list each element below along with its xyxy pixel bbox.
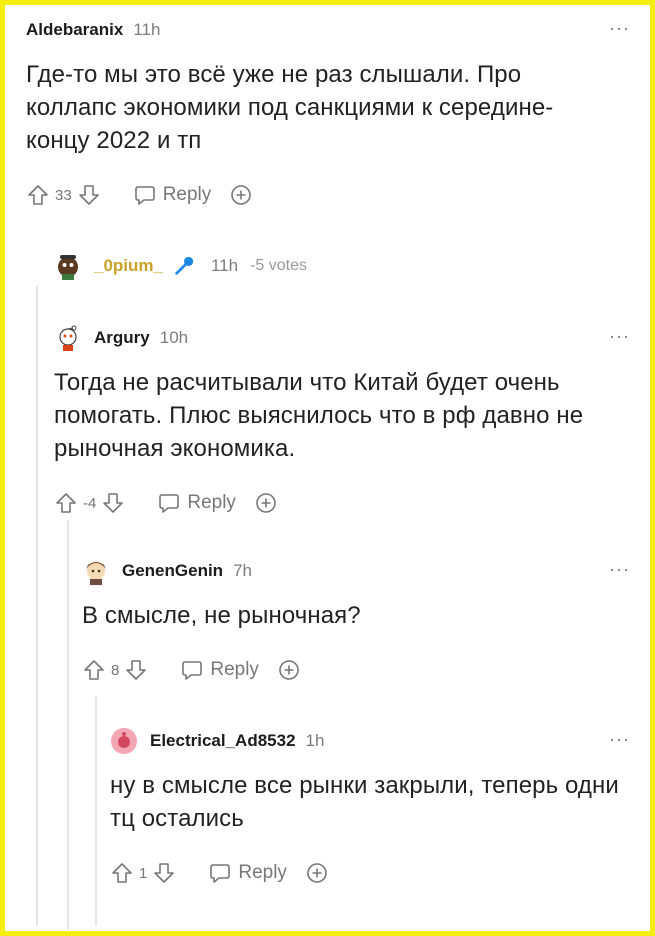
avatar[interactable] [82, 557, 110, 585]
reply-button[interactable]: Reply [208, 861, 287, 885]
comment-bubble-icon [134, 186, 155, 205]
downvote-icon[interactable] [124, 658, 148, 682]
comment-header: GenenGenin 7h [82, 555, 630, 587]
thread-line [95, 696, 97, 926]
thread-line [36, 286, 38, 926]
vote-score: 8 [111, 661, 120, 679]
comment-actions: 33 Reply [26, 177, 630, 213]
comment-body: В смысле, не рыночная? [82, 602, 361, 629]
username[interactable]: _0pium_ [94, 256, 163, 276]
comment-header: Argury 10h [54, 322, 630, 354]
award-icon[interactable] [305, 861, 329, 885]
upvote-icon[interactable] [110, 861, 134, 885]
timestamp: 11h [133, 20, 161, 39]
reply-button[interactable]: Reply [133, 183, 212, 207]
comment-actions: 1 Reply [110, 855, 630, 891]
comment-collapsed[interactable]: _0pium_ 11h -5 votes [54, 250, 594, 282]
vote-score: -4 [83, 494, 97, 512]
award-icon[interactable] [277, 658, 301, 682]
reply-label: Reply [162, 184, 212, 205]
comment: Argury 10h ··· Тогда не расчитывали что … [54, 322, 630, 521]
more-options-button[interactable]: ··· [609, 326, 630, 347]
comment-body: Тогда не расчитывали что Китай будет оче… [54, 369, 584, 462]
comment-header: _0pium_ 11h -5 votes [54, 250, 594, 282]
timestamp: 11h [210, 256, 239, 275]
upvote-icon[interactable] [82, 658, 106, 682]
comment-actions: 8 Reply [82, 652, 630, 688]
downvote-icon[interactable] [101, 491, 125, 515]
comment-body: Где-то мы это всё уже не раз слышали. Пр… [26, 61, 554, 154]
username[interactable]: Argury [94, 328, 150, 348]
avatar[interactable] [54, 252, 82, 280]
timestamp: 10h [159, 328, 189, 347]
comment-header: Electrical_Ad8532 1h [110, 725, 630, 757]
upvote-icon[interactable] [26, 183, 50, 207]
reply-label: Reply [210, 659, 259, 680]
downvote-icon[interactable] [77, 183, 101, 207]
more-options-button[interactable]: ··· [609, 18, 630, 39]
username[interactable]: GenenGenin [122, 561, 223, 581]
vote-score: 1 [139, 864, 148, 882]
award-icon[interactable] [229, 183, 253, 207]
timestamp: 7h [233, 561, 252, 580]
comment-actions: -4 Reply [54, 485, 630, 521]
comment: Electrical_Ad8532 1h ··· ну в смысле все… [110, 725, 630, 891]
reply-button[interactable]: Reply [157, 491, 236, 515]
comment-bubble-icon [182, 661, 203, 680]
timestamp: 1h [305, 731, 325, 750]
thread-line [67, 520, 69, 930]
comment-bubble-icon [210, 864, 231, 883]
comment-header: Aldebaranix 11h [26, 14, 630, 46]
vote-score: 33 [55, 186, 72, 204]
reply-button[interactable]: Reply [180, 658, 259, 682]
reply-label: Reply [187, 492, 236, 513]
vote-count: -5 votes [250, 257, 308, 274]
more-options-button[interactable]: ··· [609, 559, 630, 580]
microphone-icon [175, 256, 194, 275]
downvote-icon[interactable] [152, 861, 176, 885]
comment-bubble-icon [159, 494, 180, 513]
avatar[interactable] [110, 727, 138, 755]
comment-body: ну в смысле все рынки закрыли, теперь од… [110, 772, 619, 832]
comment: Aldebaranix 11h ··· Где-то мы это всё уж… [26, 14, 630, 213]
reply-label: Reply [238, 862, 287, 883]
award-icon[interactable] [254, 491, 278, 515]
avatar[interactable] [54, 324, 82, 352]
more-options-button[interactable]: ··· [609, 729, 630, 750]
comment: GenenGenin 7h ··· В смысле, не рыночная?… [82, 555, 630, 688]
upvote-icon[interactable] [54, 491, 78, 515]
username[interactable]: Aldebaranix [26, 20, 123, 40]
username[interactable]: Electrical_Ad8532 [150, 731, 296, 751]
